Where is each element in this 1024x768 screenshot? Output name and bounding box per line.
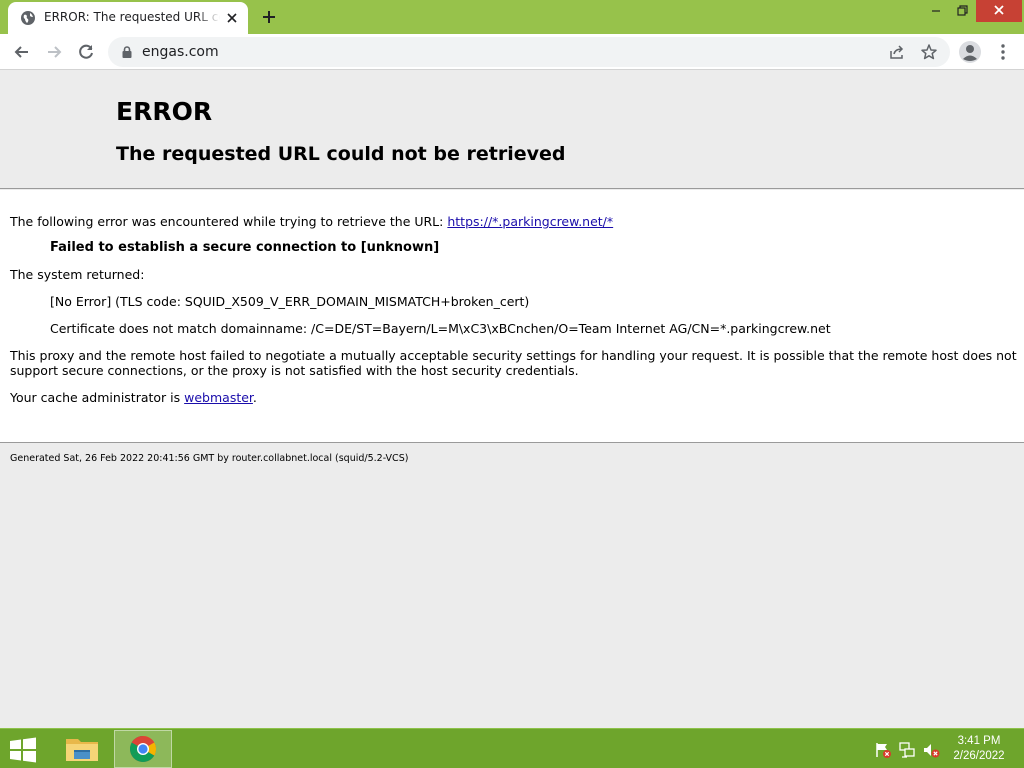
clock-date: 2/26/2022 [953, 750, 1005, 762]
failure-message: Failed to establish a secure connection … [50, 240, 440, 255]
page-title: ERROR [116, 97, 213, 126]
browser-tab[interactable]: ERROR: The requested URL could not be re… [8, 2, 248, 34]
back-icon[interactable] [12, 42, 32, 62]
menu-icon[interactable] [994, 42, 1012, 62]
admin-prefix: Your cache administrator is [10, 390, 181, 405]
error-body: The following error was encountered whil… [0, 190, 1024, 443]
browser-toolbar: engas.com [0, 34, 1024, 70]
page-subtitle: The requested URL could not be retrieved [116, 143, 566, 165]
system-clock[interactable]: 3:41 PM 2/26/2022 [946, 734, 1012, 764]
plus-icon[interactable] [260, 8, 278, 26]
error-header: ERROR The requested URL could not be ret… [0, 71, 1024, 189]
web-page: ERROR The requested URL could not be ret… [0, 71, 1024, 728]
volume-muted-icon[interactable] [922, 741, 940, 759]
globe-icon [21, 11, 35, 25]
page-footer: Generated Sat, 26 Feb 2022 20:41:56 GMT … [10, 453, 409, 464]
close-icon [994, 5, 1004, 15]
intro-paragraph: The following error was encountered whil… [10, 214, 613, 229]
chrome-taskbar-button[interactable] [114, 730, 172, 768]
forward-icon[interactable] [44, 42, 64, 62]
share-icon[interactable] [888, 43, 906, 61]
address-bar[interactable]: engas.com [108, 37, 950, 67]
explanation-line-1: This proxy and the remote host failed to… [10, 348, 1017, 363]
admin-suffix: . [252, 390, 257, 405]
tls-error-text: [No Error] (TLS code: SQUID_X509_V_ERR_D… [50, 294, 530, 309]
webmaster-link[interactable]: webmaster [184, 390, 253, 405]
taskbar: 3:41 PM 2/26/2022 [0, 728, 1024, 768]
file-explorer-icon[interactable] [60, 731, 104, 767]
minimize-icon [932, 10, 940, 12]
system-returned-label: The system returned: [10, 267, 145, 282]
restore-icon [957, 5, 968, 16]
minimize-button[interactable] [922, 0, 950, 22]
tab-title: ERROR: The requested URL could not be re… [44, 10, 220, 28]
requested-url-link[interactable]: https://*.parkingcrew.net/* [447, 214, 613, 229]
reload-icon[interactable] [76, 42, 96, 62]
star-icon[interactable] [920, 43, 938, 61]
url-text[interactable]: engas.com [142, 44, 219, 60]
close-icon[interactable] [224, 10, 240, 26]
network-icon[interactable] [898, 741, 916, 759]
clock-time: 3:41 PM [957, 735, 1001, 747]
intro-text: The following error was encountered whil… [10, 214, 444, 229]
browser-title-bar: ERROR: The requested URL could not be re… [0, 0, 1024, 34]
explanation-line-2: support secure connections, or the proxy… [10, 363, 579, 378]
lock-icon[interactable] [120, 45, 134, 59]
admin-paragraph: Your cache administrator is webmaster. [10, 390, 257, 405]
chrome-icon [129, 735, 157, 763]
action-center-flag-icon[interactable] [874, 741, 892, 759]
windows-start-icon[interactable] [8, 737, 38, 763]
profile-icon[interactable] [958, 40, 982, 64]
restore-button[interactable] [950, 0, 976, 22]
window-close-button[interactable] [976, 0, 1022, 22]
certificate-error-text: Certificate does not match domainname: /… [50, 321, 831, 336]
